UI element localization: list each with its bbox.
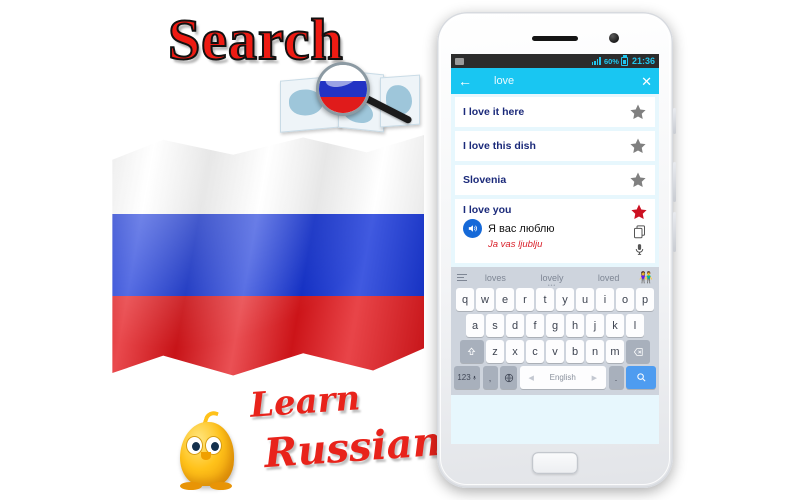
result-label: I love this dish — [463, 140, 536, 152]
mic-small-icon — [472, 375, 476, 380]
shift-key-icon[interactable] — [459, 340, 484, 363]
key-e[interactable]: e — [496, 288, 514, 311]
status-bar: 60% 21:36 — [451, 54, 659, 68]
suggestion-item[interactable]: lovely — [524, 273, 581, 289]
suggestion-row: loves lovely loved 👫 — [451, 267, 659, 289]
app-bar: ← love ✕ — [451, 68, 659, 94]
star-icon[interactable] — [629, 171, 647, 189]
microphone-icon[interactable] — [633, 242, 646, 257]
list-item[interactable]: I love it here — [455, 97, 655, 127]
key-k[interactable]: k — [606, 314, 624, 337]
keyboard-row-4: 123 , ◀ English ▶ . — [451, 366, 659, 389]
key-b[interactable]: b — [566, 340, 584, 363]
keyboard-row-2: a s d f g h j k l — [451, 314, 659, 337]
comma-key[interactable]: , — [482, 366, 498, 389]
key-h[interactable]: h — [566, 314, 584, 337]
home-button[interactable] — [532, 452, 578, 474]
key-n[interactable]: n — [586, 340, 604, 363]
globe-key-icon[interactable] — [500, 366, 517, 389]
key-s[interactable]: s — [486, 314, 504, 337]
key-d[interactable]: d — [506, 314, 524, 337]
volume-up-button[interactable] — [673, 162, 676, 202]
close-x-icon[interactable]: ✕ — [641, 75, 652, 88]
promo-banner: Search Learn Russian 60% 21:36 ← love ✕ … — [0, 0, 800, 500]
result-label: Slovenia — [463, 174, 507, 186]
promo-learn-text: Learn — [248, 378, 362, 426]
hamburger-menu-icon[interactable] — [457, 274, 467, 281]
key-y[interactable]: y — [556, 288, 574, 311]
status-clock: 21:36 — [631, 56, 655, 66]
key-z[interactable]: z — [486, 340, 504, 363]
result-label: I love it here — [463, 106, 525, 118]
russian-flag — [96, 112, 436, 412]
space-key[interactable]: ◀ English ▶ — [519, 366, 606, 389]
key-c[interactable]: c — [526, 340, 544, 363]
key-a[interactable]: a — [466, 314, 484, 337]
suggestion-item[interactable]: loves — [467, 273, 524, 283]
backspace-key-icon[interactable] — [626, 340, 651, 363]
key-m[interactable]: m — [606, 340, 624, 363]
key-p[interactable]: p — [636, 288, 654, 311]
sd-card-icon — [455, 57, 464, 65]
speaker-icon[interactable] — [463, 219, 482, 238]
list-item-expanded[interactable]: I love you Я вас люблю Ja vas ljublju — [455, 199, 655, 263]
star-filled-icon[interactable] — [630, 203, 648, 221]
signal-bars-icon — [591, 57, 601, 65]
key-t[interactable]: t — [536, 288, 554, 311]
promo-russian-text: Russian — [262, 417, 443, 478]
copy-icon[interactable] — [632, 224, 647, 239]
key-j[interactable]: j — [586, 314, 604, 337]
key-i[interactable]: i — [596, 288, 614, 311]
suggestion-item[interactable]: loved — [580, 273, 637, 283]
keyboard-row-1: q w e r t y u i o p — [451, 288, 659, 311]
search-query-text[interactable]: love — [494, 75, 514, 87]
virtual-keyboard: loves lovely loved 👫 q w e r t y u i o p — [451, 267, 659, 395]
keyboard-row-3: z x c v b n m — [451, 340, 659, 363]
translation-text: Я вас люблю — [488, 222, 555, 235]
key-q[interactable]: q — [456, 288, 474, 311]
back-arrow-icon[interactable]: ← — [458, 74, 472, 88]
list-item[interactable]: I love this dish — [455, 131, 655, 161]
power-button[interactable] — [673, 108, 676, 134]
star-icon[interactable] — [629, 103, 647, 121]
front-camera — [609, 33, 619, 43]
key-l[interactable]: l — [626, 314, 644, 337]
search-results-list: I love it here I love this dish Slovenia — [451, 94, 659, 263]
key-w[interactable]: w — [476, 288, 494, 311]
mascot-blob — [176, 408, 238, 492]
list-item[interactable]: Slovenia — [455, 165, 655, 195]
period-key[interactable]: . — [608, 366, 624, 389]
key-x[interactable]: x — [506, 340, 524, 363]
earpiece-speaker — [532, 36, 578, 41]
key-g[interactable]: g — [546, 314, 564, 337]
volume-down-button[interactable] — [673, 212, 676, 252]
key-v[interactable]: v — [546, 340, 564, 363]
key-r[interactable]: r — [516, 288, 534, 311]
battery-percent: 60% — [603, 56, 619, 66]
key-f[interactable]: f — [526, 314, 544, 337]
search-key-icon[interactable] — [626, 366, 656, 389]
transliteration-text: Ja vas ljublju — [488, 239, 543, 250]
phone-device: 60% 21:36 ← love ✕ I love it here I love… — [437, 12, 676, 488]
battery-icon — [620, 55, 628, 66]
key-u[interactable]: u — [576, 288, 594, 311]
key-o[interactable]: o — [616, 288, 634, 311]
result-label: I love you — [463, 204, 512, 216]
star-icon[interactable] — [629, 137, 647, 155]
emoji-icon[interactable]: 👫 — [637, 271, 653, 284]
numeric-key[interactable]: 123 — [454, 366, 480, 389]
magnifier-icon — [316, 62, 370, 116]
phone-screen: 60% 21:36 ← love ✕ I love it here I love… — [451, 54, 659, 444]
